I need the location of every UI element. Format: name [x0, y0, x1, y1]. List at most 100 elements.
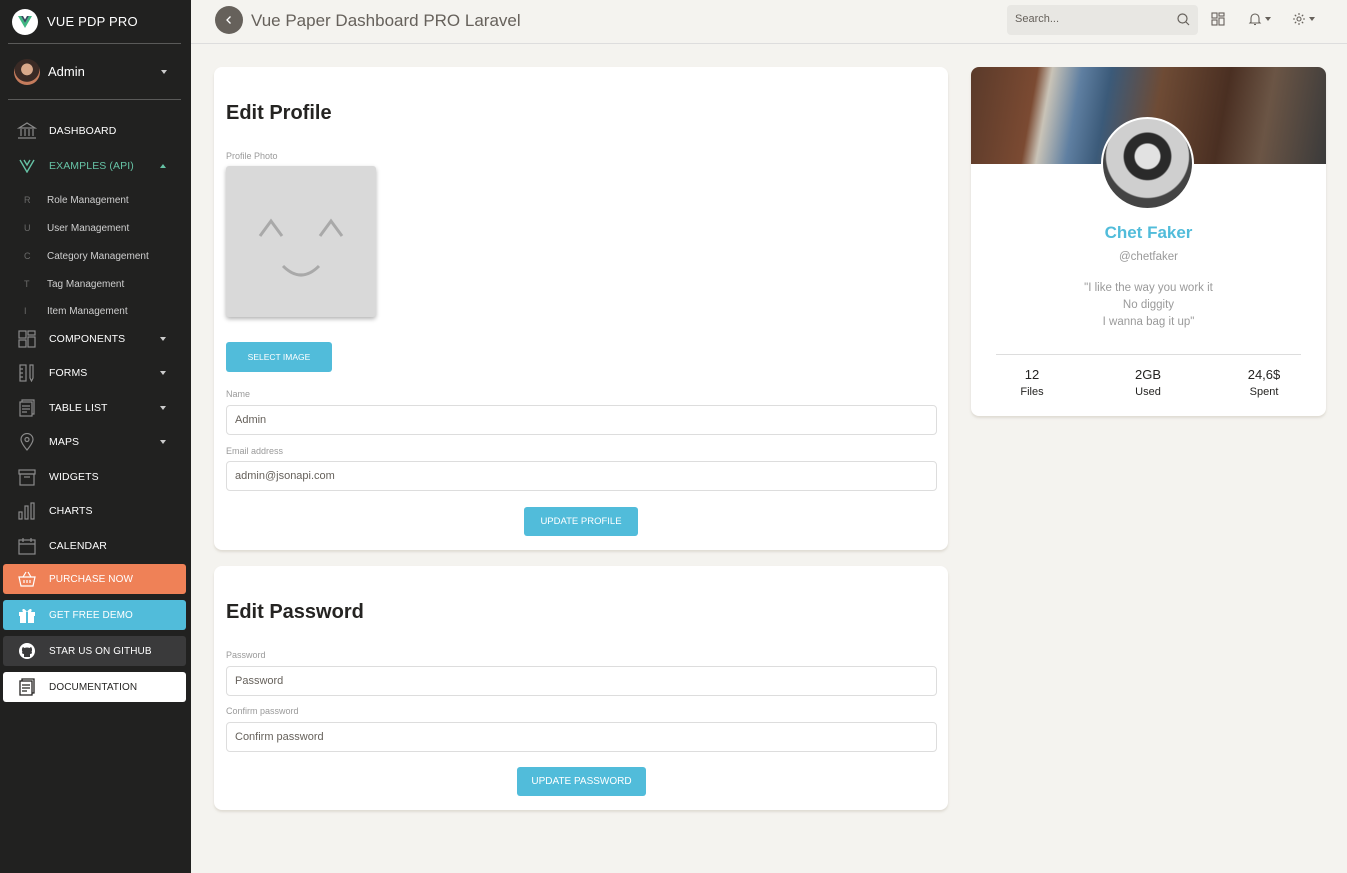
- sidebar-item-label: TABLE LIST: [49, 402, 108, 414]
- avatar: [1101, 117, 1194, 210]
- sidebar-item-label: CALENDAR: [49, 540, 107, 552]
- sidebar-item-examples[interactable]: EXAMPLES (API): [0, 149, 191, 183]
- subitem-label: Category Management: [47, 250, 149, 262]
- confirm-password-placeholder: Confirm password: [235, 731, 324, 743]
- divider: [996, 354, 1301, 355]
- chevron-down-icon: [160, 440, 166, 444]
- search-placeholder: Search...: [1015, 13, 1060, 25]
- confirm-password-field[interactable]: Confirm password: [226, 722, 937, 752]
- star-github-button[interactable]: STAR US ON GITHUB: [3, 636, 186, 666]
- update-profile-button[interactable]: UPDATE PROFILE: [524, 507, 638, 536]
- subitem-label: Role Management: [47, 194, 129, 206]
- button-label: STAR US ON GITHUB: [49, 645, 152, 657]
- select-image-button[interactable]: SELECT IMAGE: [226, 342, 332, 372]
- user-profile-card: Chet Faker @chetfaker "I like the way yo…: [971, 67, 1326, 416]
- sidebar-logo[interactable]: VUE PDP PRO: [8, 0, 181, 44]
- user-name: Admin: [48, 64, 85, 79]
- search-input[interactable]: Search...: [1007, 5, 1198, 35]
- subitem-letter: R: [24, 195, 31, 205]
- smiley-placeholder-icon: [258, 218, 344, 277]
- profile-quote-line: I wanna bag it up": [1102, 316, 1195, 328]
- search-icon[interactable]: [1177, 13, 1190, 26]
- field-label: Email address: [226, 446, 284, 456]
- sidebar-user[interactable]: Admin: [8, 44, 181, 100]
- sidebar-subitem-tag[interactable]: T Tag Management: [0, 271, 191, 297]
- sidebar-item-label: COMPONENTS: [49, 333, 126, 345]
- sidebar-item-dashboard[interactable]: DASHBOARD: [0, 114, 191, 148]
- sidebar-subitem-role[interactable]: R Role Management: [0, 187, 191, 213]
- page-title[interactable]: Vue Paper Dashboard PRO Laravel: [251, 11, 521, 31]
- minimize-sidebar-button[interactable]: [215, 6, 243, 34]
- basket-icon: [17, 569, 37, 589]
- github-icon: [17, 641, 37, 661]
- sidebar-subitem-category[interactable]: C Category Management: [0, 243, 191, 269]
- field-label: Confirm password: [226, 706, 299, 716]
- vue-logo-icon: [12, 8, 38, 35]
- bank-icon: [17, 121, 37, 141]
- card-title: Edit Profile: [226, 102, 332, 124]
- settings-dropdown[interactable]: [1292, 12, 1315, 26]
- stat-value: 24,6$: [1247, 367, 1281, 382]
- get-free-demo-button[interactable]: GET FREE DEMO: [3, 600, 186, 630]
- chevron-down-icon: [160, 337, 166, 341]
- ruler-pencil-icon: [17, 363, 37, 383]
- card-title: Edit Password: [226, 601, 364, 623]
- gift-icon: [17, 605, 37, 625]
- notifications-dropdown[interactable]: [1248, 12, 1271, 26]
- subitem-label: User Management: [47, 222, 130, 234]
- calendar-icon: [17, 536, 37, 556]
- profile-name: Chet Faker: [1104, 223, 1193, 242]
- profile-photo-placeholder[interactable]: [226, 166, 376, 317]
- sidebar-subitem-item[interactable]: I Item Management: [0, 298, 191, 324]
- email-field[interactable]: admin@jsonapi.com: [226, 461, 937, 491]
- name-field[interactable]: Admin: [226, 405, 937, 435]
- chevron-up-icon: [160, 164, 166, 168]
- sidebar-item-label: WIDGETS: [49, 471, 99, 483]
- sidebar-item-components[interactable]: COMPONENTS: [0, 322, 191, 356]
- field-label: Password: [226, 650, 266, 660]
- paper-icon: [17, 398, 37, 418]
- chevron-down-icon: [160, 406, 166, 410]
- document-icon: [17, 677, 37, 697]
- password-field[interactable]: Password: [226, 666, 937, 696]
- vue-icon: [17, 156, 37, 176]
- subitem-letter: U: [24, 223, 31, 233]
- box-icon: [17, 467, 37, 487]
- sidebar-item-table-list[interactable]: TABLE LIST: [0, 391, 191, 425]
- chart-bar-icon: [17, 501, 37, 521]
- chevron-down-icon: [1309, 17, 1315, 21]
- chevron-down-icon: [161, 69, 167, 74]
- email-value: admin@jsonapi.com: [235, 470, 335, 482]
- sidebar-subitem-user[interactable]: U User Management: [0, 215, 191, 241]
- profile-quote-line: No diggity: [1122, 299, 1175, 311]
- subitem-letter: T: [24, 279, 30, 289]
- subitem-letter: C: [24, 251, 31, 261]
- purchase-now-button[interactable]: PURCHASE NOW: [3, 564, 186, 594]
- sidebar-item-charts[interactable]: CHARTS: [0, 494, 191, 528]
- stat-spent: 24,6$ Spent: [1205, 367, 1323, 398]
- chevron-down-icon: [1265, 17, 1271, 21]
- documentation-button[interactable]: DOCUMENTATION: [3, 672, 186, 702]
- field-label: Profile Photo: [226, 151, 278, 161]
- chevron-left-icon: [226, 16, 231, 24]
- bell-icon: [1248, 13, 1262, 26]
- sidebar-item-forms[interactable]: FORMS: [0, 356, 191, 390]
- edit-password-card: Edit Password Password Password Confirm …: [214, 566, 948, 810]
- edit-profile-card: Edit Profile Profile Photo SELECT IMAGE …: [214, 67, 948, 550]
- sidebar-item-label: MAPS: [49, 436, 80, 448]
- update-password-button[interactable]: UPDATE PASSWORD: [517, 767, 646, 796]
- sidebar-item-widgets[interactable]: WIDGETS: [0, 460, 191, 494]
- subitem-label: Item Management: [47, 305, 128, 317]
- button-label: PURCHASE NOW: [49, 573, 133, 585]
- profile-quote-line: "I like the way you work it: [1084, 282, 1213, 294]
- sidebar-item-calendar[interactable]: CALENDAR: [0, 529, 191, 563]
- sidebar-item-label: CHARTS: [49, 505, 93, 517]
- field-label: Name: [226, 389, 251, 399]
- chevron-down-icon: [160, 371, 166, 375]
- sidebar-item-maps[interactable]: MAPS: [0, 425, 191, 459]
- stat-label: Spent: [1249, 386, 1279, 398]
- name-value: Admin: [235, 414, 267, 426]
- sidebar-item-label: DASHBOARD: [49, 125, 117, 137]
- layout-icon: [17, 329, 37, 349]
- layout-icon[interactable]: [1211, 12, 1225, 26]
